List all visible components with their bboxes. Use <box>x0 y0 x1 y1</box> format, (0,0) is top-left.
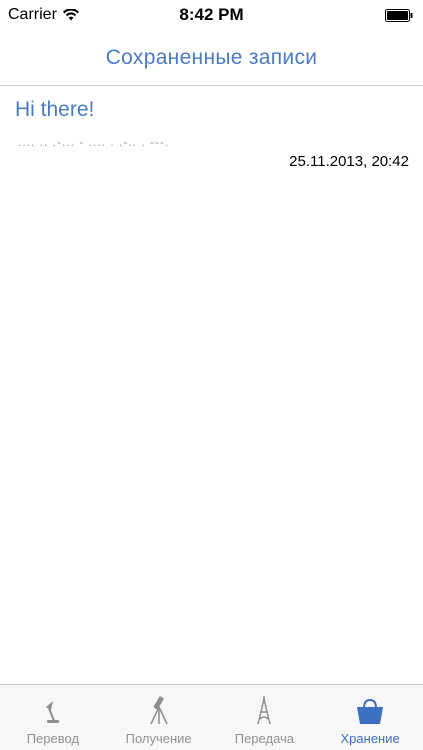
tab-label: Получение <box>125 731 192 746</box>
page-title: Сохраненные записи <box>105 45 318 69</box>
tab-label: Перевод <box>26 731 80 746</box>
list-item[interactable]: Hi there! .... .. .-... - .... . .-.. . … <box>0 86 423 176</box>
eiffel-tower-icon <box>255 695 273 725</box>
tab-label: Передача <box>234 731 295 746</box>
record-title: Hi there! <box>15 98 95 121</box>
saved-records-list: Hi there! .... .. .-... - .... . .-.. . … <box>0 86 423 176</box>
tab-bar: Перевод Получение Передача Хранение <box>0 684 423 750</box>
status-bar: Carrier 8:42 PM <box>0 0 423 30</box>
telescope-icon <box>147 695 171 725</box>
lamp-icon <box>42 695 64 725</box>
tab-receive[interactable]: Получение <box>106 685 212 750</box>
tab-transmit[interactable]: Передача <box>212 685 318 750</box>
tab-translate[interactable]: Перевод <box>0 685 106 750</box>
record-date: 25.11.2013, 20:42 <box>289 153 409 170</box>
status-time: 8:42 PM <box>179 5 244 24</box>
navigation-bar: Сохраненные записи <box>0 30 423 86</box>
record-morse-code: .... .. .-... - .... . .-.. . ---. <box>18 135 170 149</box>
tab-storage[interactable]: Хранение <box>317 685 423 750</box>
bag-icon <box>356 695 384 725</box>
tab-label: Хранение <box>340 731 400 746</box>
